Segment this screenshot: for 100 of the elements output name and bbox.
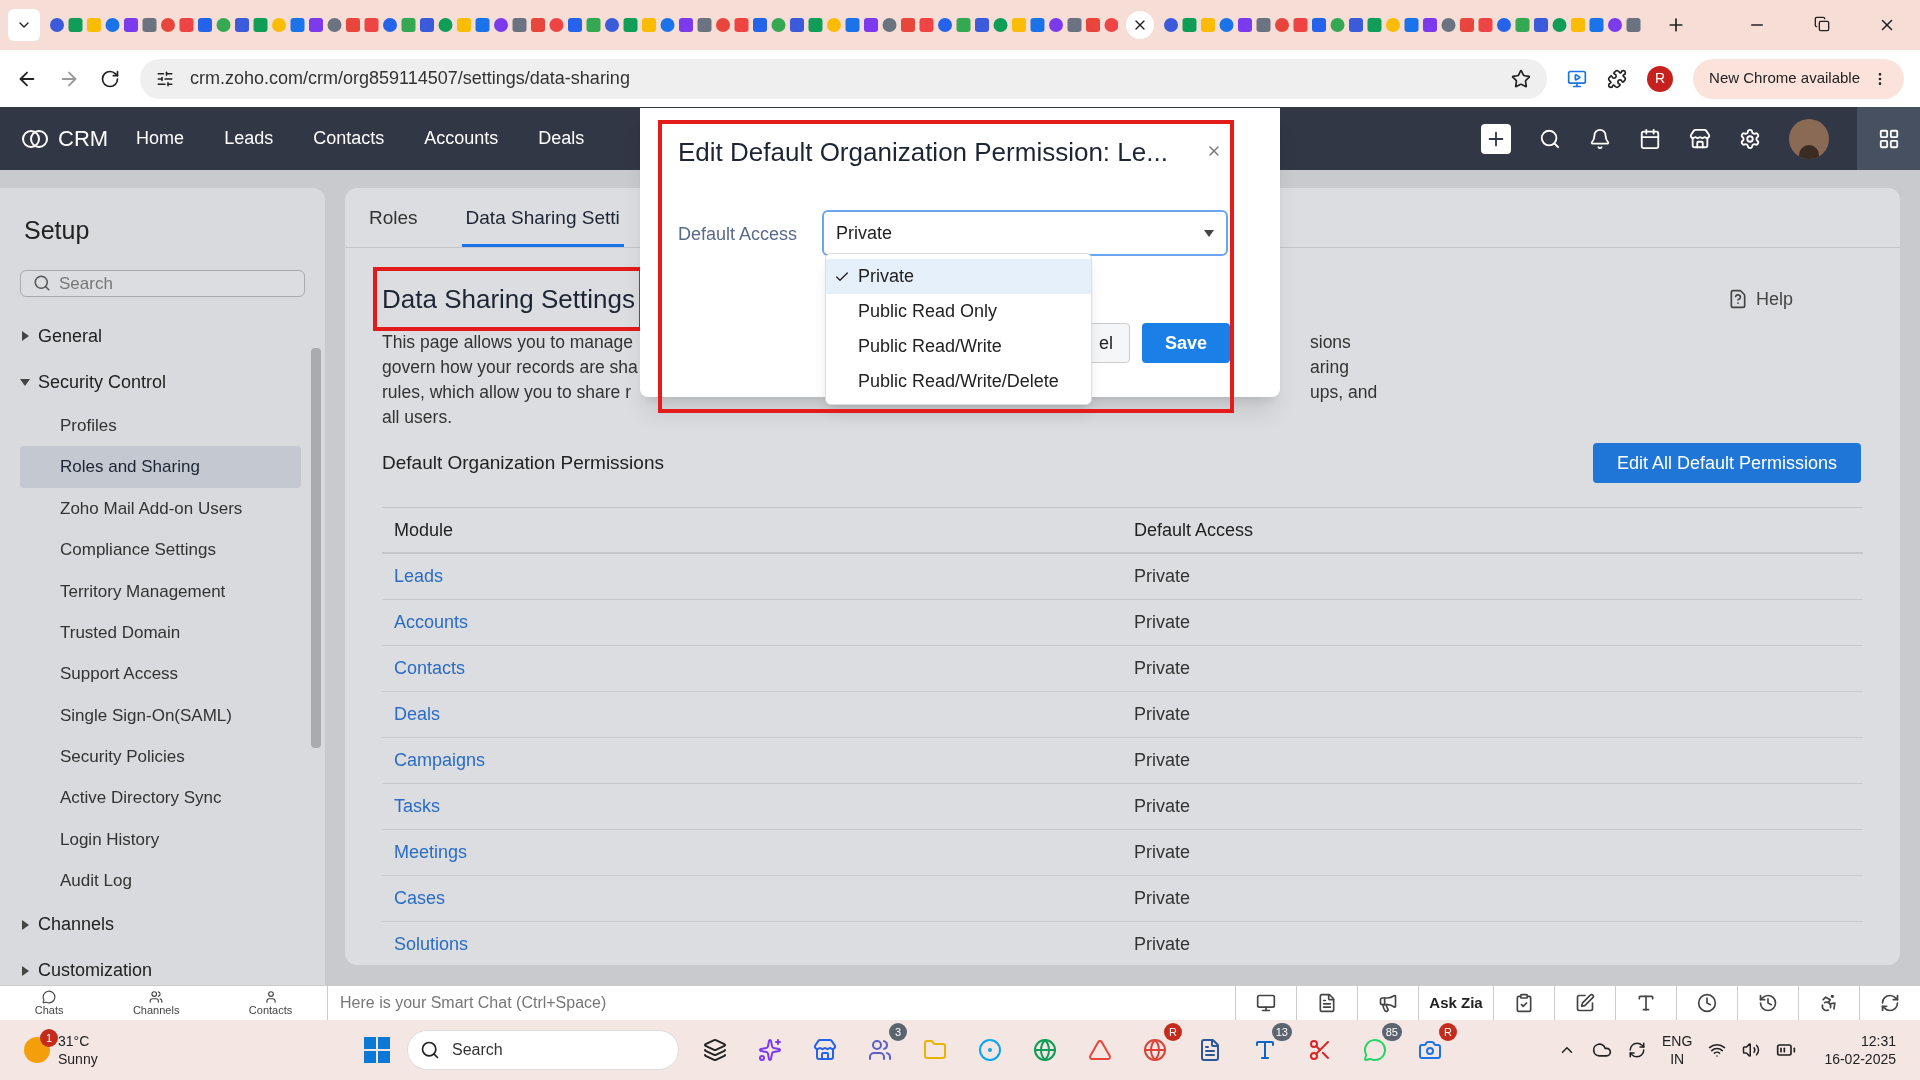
chat-tab[interactable]: Chats: [34, 986, 64, 1020]
extensions-icon[interactable]: [1607, 68, 1628, 89]
add-icon[interactable]: [1481, 123, 1511, 154]
scrollbar[interactable]: [311, 348, 321, 748]
close-icon[interactable]: [1126, 11, 1154, 39]
weather-text: Sunny: [58, 1050, 98, 1068]
sidebar-item[interactable]: Compliance Settings: [20, 529, 301, 571]
description-text: ups, and: [1310, 382, 1378, 402]
taskbar-app-icon[interactable]: [703, 1038, 727, 1062]
taskbar-app-icon[interactable]: [1198, 1038, 1222, 1062]
sidebar-item[interactable]: Security Policies: [20, 736, 301, 778]
address-bar[interactable]: crm.zoho.com/crm/org859114507/settings/data-sharing: [140, 58, 1548, 99]
tree-group[interactable]: General: [0, 313, 301, 359]
module-link[interactable]: Accounts: [394, 612, 469, 632]
taskbar-search-input[interactable]: Search: [452, 1038, 592, 1062]
column-header: Default Access: [1133, 518, 1254, 542]
sidebar-item[interactable]: Single Sign-On(SAML): [20, 694, 301, 737]
table-cell-text: Private: [1133, 933, 1191, 956]
store-icon[interactable]: [1689, 127, 1711, 150]
windows-start-icon[interactable]: [364, 1037, 390, 1063]
sidebar-item[interactable]: Roles and Sharing: [20, 446, 301, 488]
table-cell-text: Private: [1133, 749, 1191, 772]
site-info-icon[interactable]: [156, 69, 174, 88]
section-title: Default Organization Permissions: [382, 450, 664, 475]
calendar-icon[interactable]: [1639, 127, 1661, 150]
chat-tab[interactable]: Contacts: [248, 986, 293, 1020]
cloud-icon[interactable]: [1592, 1040, 1613, 1060]
volume-icon[interactable]: [1742, 1041, 1761, 1059]
module-link[interactable]: Deals: [394, 704, 441, 724]
chat-tab-icon: [42, 990, 57, 1004]
tab-list-button[interactable]: [8, 9, 40, 41]
help-link[interactable]: Help: [1727, 285, 1793, 313]
option-item[interactable]: Private: [826, 259, 1091, 294]
sidebar-item[interactable]: Zoho Mail Add-on Users: [20, 487, 301, 530]
restore-icon[interactable]: [1814, 16, 1830, 34]
update-chrome-button[interactable]: New Chrome available: [1693, 58, 1904, 99]
description-text: aring: [1310, 357, 1350, 377]
apps-icon[interactable]: [1857, 107, 1920, 170]
reload-icon[interactable]: [100, 68, 120, 89]
column-header: Module: [393, 518, 455, 542]
table-cell-text: Private: [1133, 657, 1191, 680]
notification-badge: 85: [1381, 1023, 1402, 1041]
cast-icon[interactable]: [1567, 68, 1588, 89]
region-text[interactable]: IN: [1670, 1050, 1685, 1068]
edit-permissions-button[interactable]: Edit All Default Permissions: [1592, 443, 1861, 483]
nav-link[interactable]: Deals: [538, 125, 585, 152]
user-avatar[interactable]: [1789, 118, 1829, 159]
sidebar-item[interactable]: Login History: [20, 818, 301, 861]
search-input[interactable]: Search: [59, 270, 280, 296]
module-link[interactable]: Contacts: [394, 658, 466, 678]
profile-avatar[interactable]: R: [1647, 65, 1674, 92]
sidebar-item[interactable]: Territory Management: [20, 570, 301, 612]
search-field[interactable]: Search: [20, 269, 305, 297]
notification-badge: 3: [889, 1023, 907, 1041]
search-icon[interactable]: [1539, 127, 1561, 150]
temperature-text: 31°C: [58, 1032, 91, 1050]
option-item[interactable]: Public Read/Write/Delete: [826, 364, 1091, 399]
bookmark-icon[interactable]: [1511, 68, 1532, 89]
clock-time[interactable]: 12:31: [1860, 1032, 1896, 1050]
tree-group[interactable]: Customization: [0, 947, 301, 985]
nav-link[interactable]: Accounts: [424, 125, 499, 152]
page-heading: Data Sharing Settings: [382, 283, 635, 315]
clock-date[interactable]: 16-02-2025: [1824, 1050, 1896, 1068]
table-cell-text: Private: [1133, 887, 1191, 910]
module-link[interactable]: Cases: [394, 888, 446, 908]
taskbar-search-field[interactable]: Search: [407, 1030, 679, 1070]
language-text[interactable]: ENG: [1662, 1032, 1693, 1050]
module-link[interactable]: Campaigns: [394, 750, 486, 770]
settings-tab[interactable]: Roles: [365, 203, 422, 247]
module-link[interactable]: Solutions: [394, 934, 469, 954]
description-text: rules, which allow you to share r: [382, 382, 631, 402]
sidebar-item[interactable]: Active Directory Sync: [20, 777, 301, 819]
bell-icon[interactable]: [1589, 127, 1611, 150]
module-link[interactable]: Meetings: [394, 842, 468, 862]
nav-link[interactable]: Home: [136, 125, 185, 152]
field-label: Default Access: [678, 223, 798, 246]
module-link[interactable]: Leads: [394, 566, 444, 586]
nav-link[interactable]: Contacts: [313, 125, 385, 152]
collapsed-caret-icon: [20, 965, 30, 976]
tree-group[interactable]: Channels: [0, 901, 301, 948]
wifi-icon[interactable]: [1708, 1041, 1727, 1059]
nav-link[interactable]: Leads: [224, 125, 274, 152]
crm-logo[interactable]: CRM: [20, 122, 109, 155]
dialog-title: Edit Default Organization Permission: Le...: [678, 136, 1168, 169]
sidebar-item[interactable]: Trusted Domain: [20, 611, 301, 654]
settings-tab[interactable]: Data Sharing Setti: [461, 203, 624, 247]
weather-widget[interactable]: 1 31°C Sunny: [24, 1032, 324, 1068]
save-button[interactable]: Save: [1142, 323, 1230, 363]
sidebar-item[interactable]: Support Access: [20, 653, 301, 695]
notification-badge: 1: [40, 1029, 58, 1047]
sidebar-item[interactable]: Audit Log: [20, 860, 301, 902]
sidebar-item[interactable]: Profiles: [20, 405, 301, 447]
tree-group[interactable]: Security Control: [0, 359, 301, 405]
chat-tab[interactable]: Channels: [132, 986, 180, 1020]
module-link[interactable]: Tasks: [394, 796, 440, 816]
settings-icon[interactable]: [1739, 127, 1761, 150]
description-text: all users.: [382, 407, 453, 427]
expanded-caret-icon: [20, 377, 30, 387]
search-icon: [33, 274, 51, 293]
sync-icon[interactable]: [1628, 1041, 1647, 1059]
